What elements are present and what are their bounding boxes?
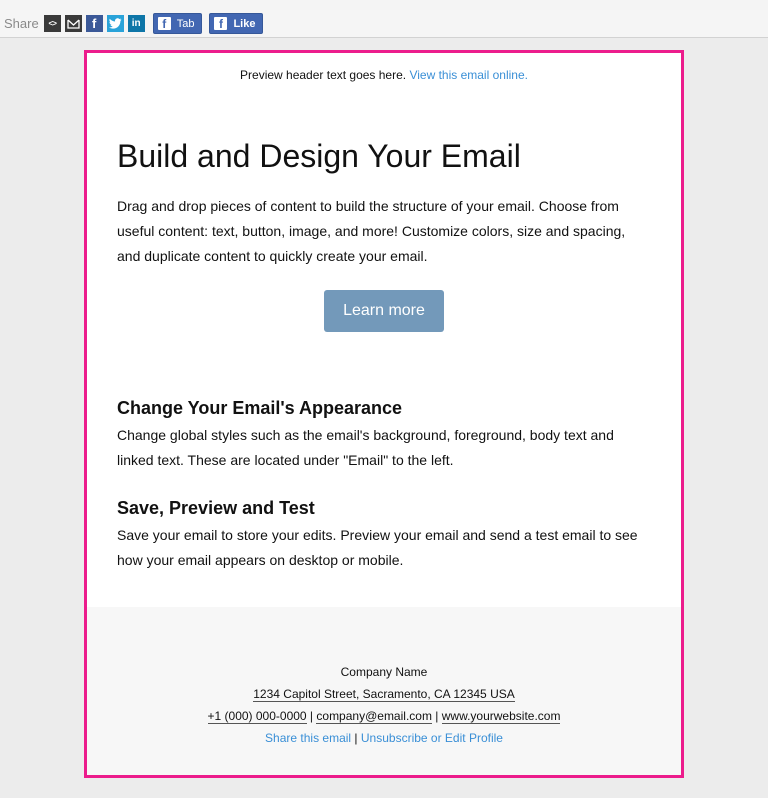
footer-separator: | [351, 731, 361, 745]
learn-more-button[interactable]: Learn more [324, 290, 444, 332]
footer-email[interactable]: company@email.com [316, 709, 432, 724]
facebook-like-button[interactable]: f Like [209, 13, 264, 34]
main-heading: Build and Design Your Email [117, 138, 521, 174]
section-body-appearance: Change global styles such as the email's… [117, 427, 614, 468]
footer-separator: | [306, 709, 317, 723]
footer-contact-line: +1 (000) 000-0000 | company@email.com | … [87, 705, 681, 727]
footer-company: Company Name [340, 665, 428, 679]
email-footer: Company Name 1234 Capitol Street, Sacram… [87, 607, 681, 775]
share-bar: Share <> f in f Tab f Like [0, 10, 768, 38]
facebook-logo-icon: f [157, 17, 171, 30]
twitter-bird-glyph [108, 18, 122, 29]
unsubscribe-link[interactable]: Unsubscribe or Edit Profile [361, 731, 503, 745]
twitter-icon[interactable] [106, 15, 124, 32]
footer-website[interactable]: www.yourwebsite.com [441, 709, 561, 724]
email-icon[interactable] [64, 15, 82, 32]
facebook-logo-icon: f [214, 17, 228, 30]
section-heading-save: Save, Preview and Test [117, 498, 315, 518]
footer-phone[interactable]: +1 (000) 000-0000 [207, 709, 307, 724]
section-body-save: Save your email to store your edits. Pre… [117, 527, 638, 568]
footer-address-line: 1234 Capitol Street, Sacramento, CA 1234… [87, 683, 681, 705]
facebook-tab-button[interactable]: f Tab [152, 13, 203, 34]
linkedin-icon[interactable]: in [127, 15, 145, 32]
footer-separator: | [431, 709, 442, 723]
envelope-glyph [67, 19, 80, 29]
preview-header: Preview header text goes here. View this… [87, 68, 681, 82]
preview-text: Preview header text goes here. [240, 68, 410, 82]
like-button-label: Like [233, 17, 256, 30]
view-online-link[interactable]: View this email online. [409, 68, 528, 82]
top-band [0, 0, 768, 10]
email-canvas: Preview header text goes here. View this… [84, 50, 684, 778]
share-label: Share [4, 16, 39, 31]
button-row: Learn more [117, 290, 651, 332]
footer-links-line: Share this email | Unsubscribe or Edit P… [87, 727, 681, 749]
email-body: Build and Design Your Email Drag and dro… [87, 136, 681, 573]
intro-paragraph: Drag and drop pieces of content to build… [117, 198, 626, 264]
footer-address[interactable]: 1234 Capitol Street, Sacramento, CA 1234… [253, 687, 515, 702]
share-email-link[interactable]: Share this email [265, 731, 351, 745]
tab-button-label: Tab [176, 17, 195, 30]
section-heading-appearance: Change Your Email's Appearance [117, 398, 403, 418]
facebook-icon[interactable]: f [85, 15, 103, 32]
embed-icon[interactable]: <> [43, 15, 61, 32]
